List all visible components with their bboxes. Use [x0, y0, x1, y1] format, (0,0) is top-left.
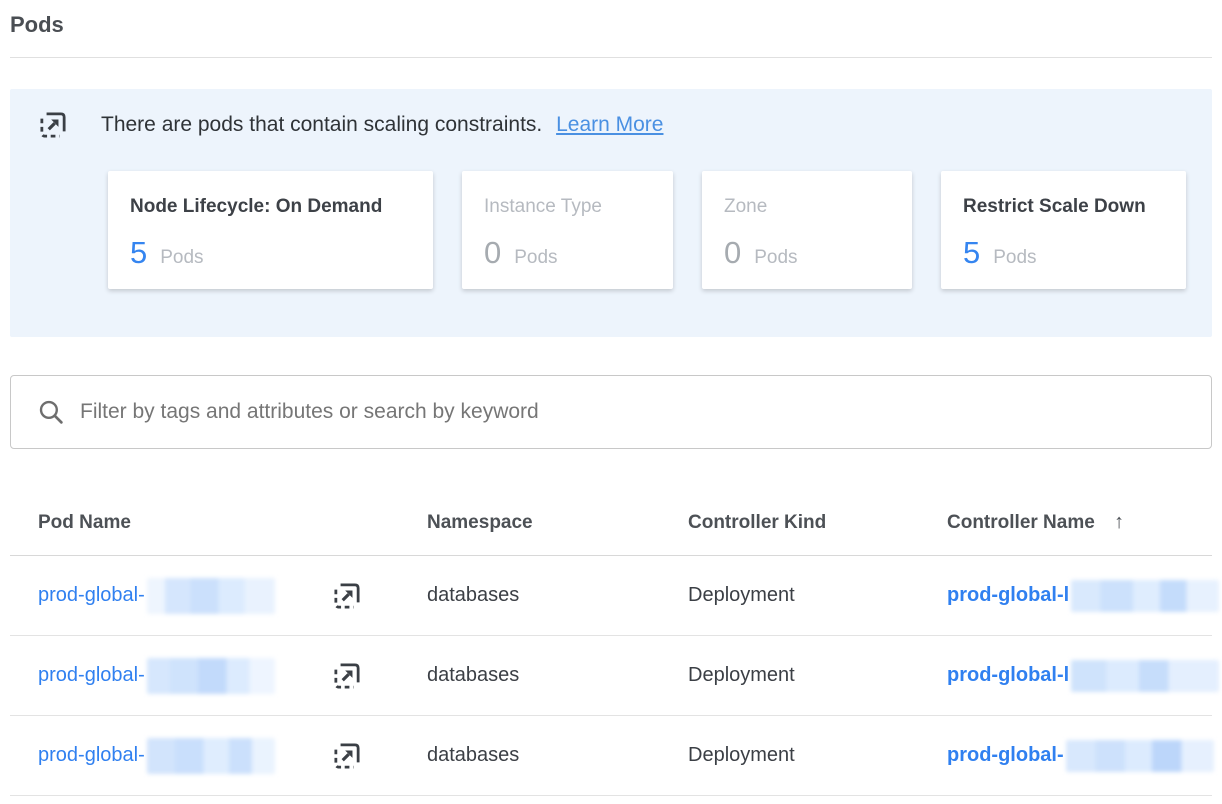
controller-name-text: prod-global-l	[947, 584, 1069, 607]
redacted-controller-name	[1071, 660, 1219, 692]
page-title: Pods	[10, 12, 1212, 38]
scaling-constraints-banner: There are pods that contain scaling cons…	[10, 89, 1212, 337]
card-count: 5	[963, 235, 980, 271]
card-title: Node Lifecycle: On Demand	[130, 196, 433, 218]
namespace-cell: databases	[427, 744, 688, 767]
search-input[interactable]	[80, 400, 1211, 424]
redacted-controller-name	[1071, 580, 1219, 612]
card-title: Restrict Scale Down	[963, 196, 1186, 218]
pod-name-link[interactable]: prod-global-	[38, 664, 145, 687]
card-count: 5	[130, 235, 147, 271]
controller-kind-cell: Deployment	[688, 664, 947, 687]
card-title: Zone	[724, 196, 912, 218]
column-header-controller-name[interactable]: Controller Name ↑	[947, 511, 1212, 534]
redacted-controller-name	[1066, 740, 1214, 772]
card-unit: Pods	[160, 247, 203, 269]
controller-kind-cell: Deployment	[688, 744, 947, 767]
controller-name-text: prod-global-l	[947, 664, 1069, 687]
scale-out-icon	[38, 110, 68, 140]
controller-name-link[interactable]: prod-global-l	[947, 580, 1219, 612]
table-row: prod-global- databases Deployment prod-g…	[10, 556, 1212, 636]
card-title: Instance Type	[484, 196, 673, 218]
card-unit: Pods	[754, 247, 797, 269]
card-zone[interactable]: Zone 0 Pods	[702, 171, 912, 289]
column-header-controller-kind[interactable]: Controller Kind	[688, 512, 947, 534]
card-restrict-scale-down[interactable]: Restrict Scale Down 5 Pods	[941, 171, 1186, 289]
constraint-cards: Node Lifecycle: On Demand 5 Pods Instanc…	[108, 171, 1212, 289]
redacted-pod-name	[147, 738, 275, 774]
card-unit: Pods	[514, 247, 557, 269]
search-icon	[38, 399, 65, 426]
table-row: prod-global- databases Deployment prod-g…	[10, 636, 1212, 716]
card-count: 0	[724, 235, 741, 271]
card-instance-type[interactable]: Instance Type 0 Pods	[462, 171, 673, 289]
namespace-cell: databases	[427, 664, 688, 687]
pod-name-link[interactable]: prod-global-	[38, 584, 145, 607]
card-unit: Pods	[993, 247, 1036, 269]
column-header-label: Controller Name	[947, 512, 1095, 533]
filter-search-box[interactable]	[10, 375, 1212, 449]
card-count: 0	[484, 235, 501, 271]
redacted-pod-name	[147, 578, 275, 614]
controller-name-text: prod-global-	[947, 744, 1064, 767]
controller-kind-cell: Deployment	[688, 584, 947, 607]
banner-message: There are pods that contain scaling cons…	[101, 113, 663, 137]
learn-more-link[interactable]: Learn More	[556, 113, 663, 136]
scale-out-icon[interactable]	[332, 741, 362, 771]
controller-name-link[interactable]: prod-global-	[947, 740, 1214, 772]
sort-ascending-icon: ↑	[1114, 511, 1124, 534]
title-divider	[10, 57, 1212, 58]
card-node-lifecycle[interactable]: Node Lifecycle: On Demand 5 Pods	[108, 171, 433, 289]
column-header-pod-name[interactable]: Pod Name	[38, 512, 427, 534]
table-header: Pod Name Namespace Controller Kind Contr…	[10, 449, 1212, 556]
banner-message-text: There are pods that contain scaling cons…	[101, 113, 542, 136]
pods-page: Pods There are pods that contain scaling…	[0, 12, 1222, 796]
scale-out-icon[interactable]	[332, 661, 362, 691]
namespace-cell: databases	[427, 584, 688, 607]
table-row: prod-global- databases Deployment prod-g…	[10, 716, 1212, 796]
redacted-pod-name	[147, 658, 275, 694]
pod-name-link[interactable]: prod-global-	[38, 744, 145, 767]
column-header-namespace[interactable]: Namespace	[427, 512, 688, 534]
scale-out-icon[interactable]	[332, 581, 362, 611]
controller-name-link[interactable]: prod-global-l	[947, 660, 1219, 692]
